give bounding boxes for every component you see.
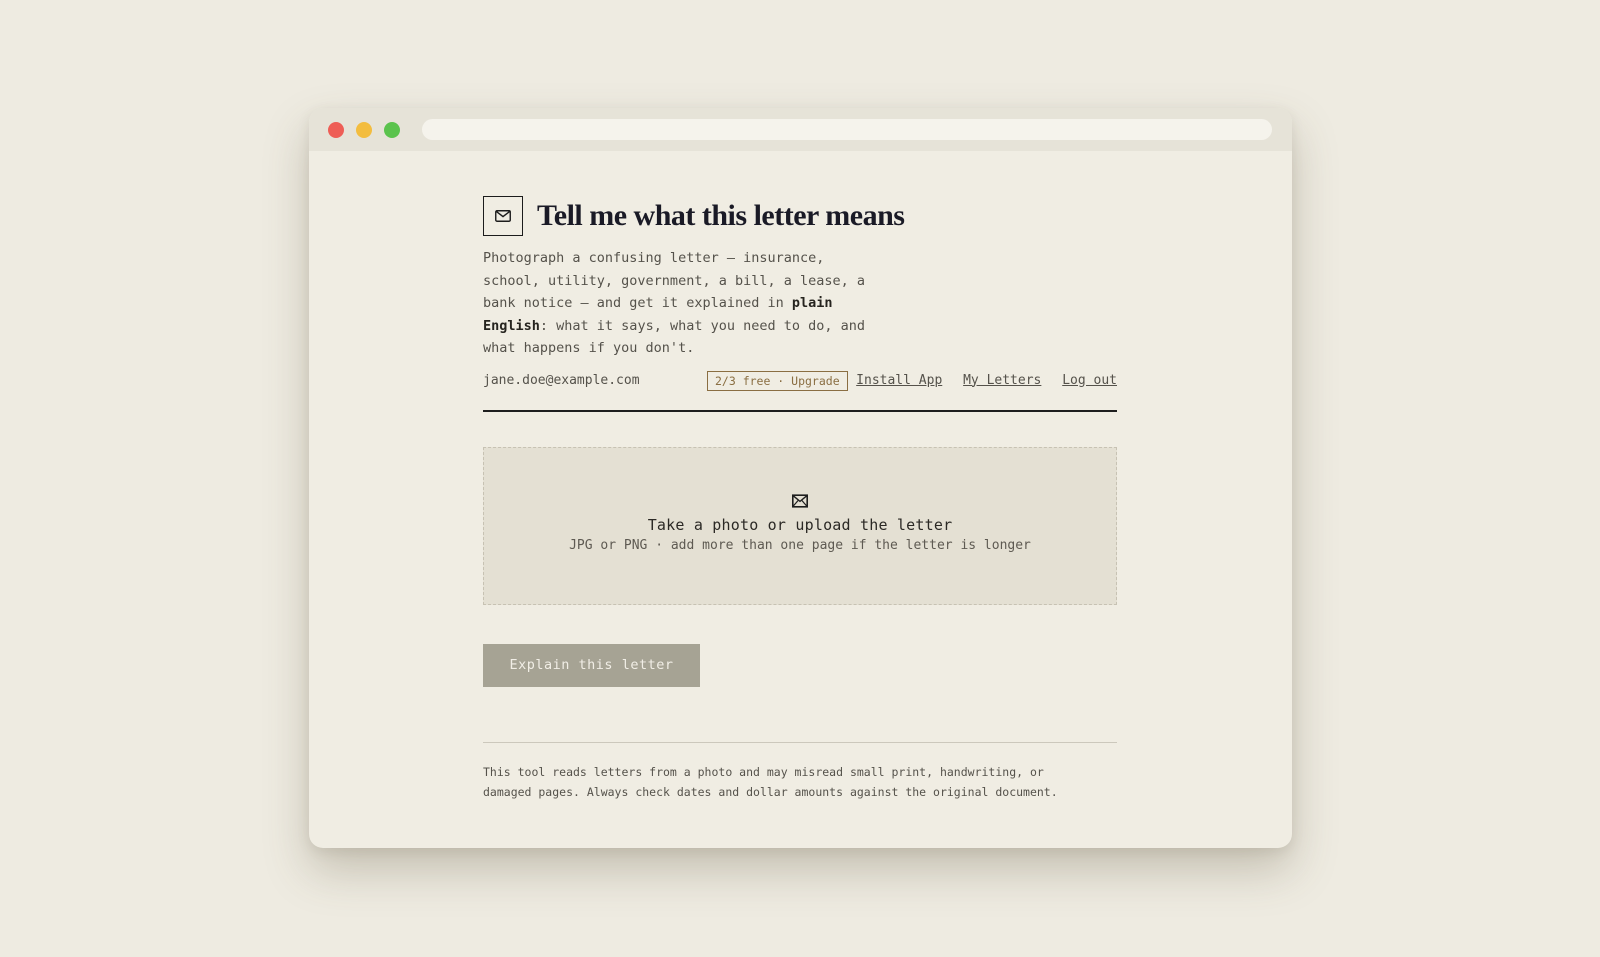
close-window-button[interactable] [328, 122, 344, 138]
upload-dropzone[interactable]: Take a photo or upload the letter JPG or… [483, 446, 1117, 605]
disclaimer-line-2: damaged pages. Always check dates and do… [483, 785, 1058, 799]
page-title: Tell me what this letter means [537, 199, 905, 232]
install-app-link[interactable]: Install App [856, 373, 942, 388]
quota-upgrade-badge[interactable]: 2/3 free · Upgrade [707, 370, 848, 391]
address-bar[interactable] [422, 119, 1272, 140]
intro-text-part2: : what it says, what you need to do, and… [483, 317, 866, 357]
maximize-window-button[interactable] [384, 122, 400, 138]
log-out-link[interactable]: Log out [1062, 373, 1117, 388]
intro-text: Photograph a confusing letter — insuranc… [483, 247, 883, 360]
main-content: Tell me what this letter means Photograp… [483, 195, 1117, 803]
user-bar: jane.doe@example.com 2/3 free · Upgrade … [483, 370, 1117, 392]
header-divider [483, 409, 1117, 412]
browser-window: Tell me what this letter means Photograp… [309, 108, 1292, 848]
disclaimer-line-1: This tool reads letters from a photo and… [483, 764, 1044, 779]
envelope-icon [495, 210, 511, 222]
app-header: Tell me what this letter means [483, 195, 1117, 237]
user-email: jane.doe@example.com [483, 372, 640, 388]
explain-letter-button[interactable]: Explain this letter [483, 643, 700, 687]
window-titlebar [309, 108, 1292, 151]
footer-divider [483, 741, 1117, 743]
app-logo [483, 196, 523, 236]
upload-title: Take a photo or upload the letter [647, 515, 953, 534]
envelope-icon [792, 493, 808, 508]
minimize-window-button[interactable] [356, 122, 372, 138]
nav-links: Install App My Letters Log out [843, 373, 1117, 388]
disclaimer-text: This tool reads letters from a photo and… [483, 762, 1117, 803]
upload-subtitle: JPG or PNG · add more than one page if t… [569, 537, 1031, 553]
my-letters-link[interactable]: My Letters [963, 373, 1041, 388]
